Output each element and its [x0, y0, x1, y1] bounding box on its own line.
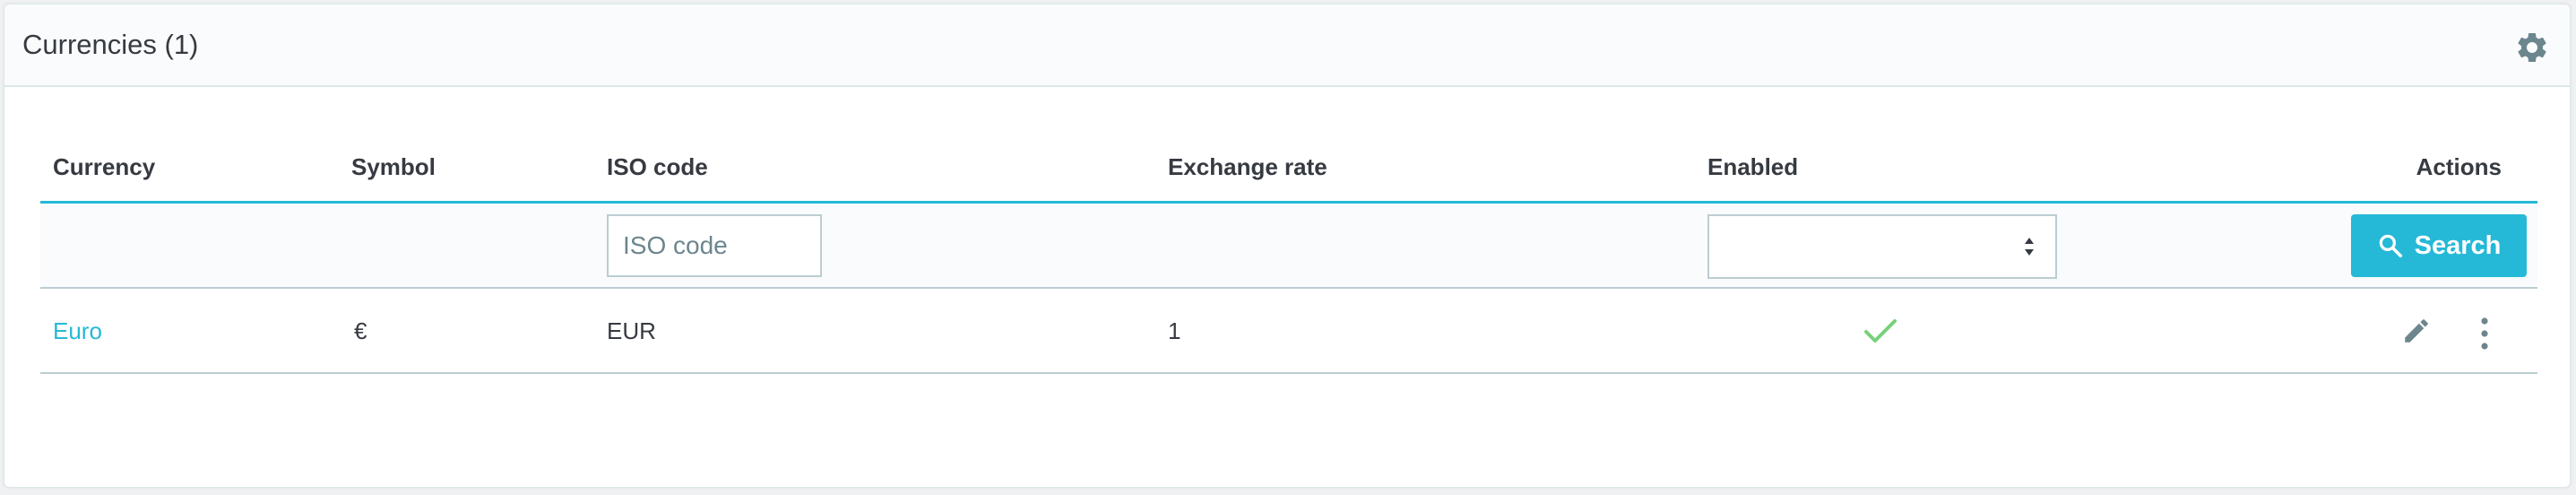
column-header-currency[interactable]: Currency	[53, 152, 155, 182]
filter-row: Search	[40, 204, 2537, 289]
more-vertical-icon[interactable]	[2478, 316, 2491, 352]
panel-header: Currencies (1)	[4, 4, 2570, 87]
search-button[interactable]: Search	[2351, 214, 2527, 277]
table-row: Euro € EUR 1	[40, 289, 2537, 374]
sort-arrows-icon	[2025, 238, 2034, 256]
currencies-table: Currency Symbol ISO code Exchange rate E…	[40, 139, 2537, 374]
currencies-panel: Currencies (1) Currency Symbol ISO code …	[4, 4, 2571, 488]
enabled-check-icon[interactable]	[1863, 317, 1897, 344]
panel-title: Currencies (1)	[22, 29, 199, 60]
currency-symbol: €	[354, 317, 367, 344]
column-header-enabled[interactable]: Enabled	[1707, 152, 1798, 182]
currency-iso-code: EUR	[607, 317, 656, 344]
column-header-exchange-rate[interactable]: Exchange rate	[1168, 152, 1327, 182]
iso-code-filter-input[interactable]	[607, 214, 822, 277]
currency-name-link[interactable]: Euro	[53, 316, 102, 346]
column-header-actions: Actions	[2416, 153, 2502, 180]
column-header-symbol[interactable]: Symbol	[351, 152, 436, 182]
edit-pencil-icon[interactable]	[2401, 316, 2432, 346]
search-icon	[2379, 234, 2402, 257]
gear-icon	[2518, 32, 2546, 62]
currency-exchange-rate: 1	[1168, 317, 1181, 344]
search-button-label: Search	[2414, 230, 2502, 260]
settings-button[interactable]	[2514, 30, 2550, 65]
column-header-iso-code[interactable]: ISO code	[607, 152, 708, 182]
table-header-row: Currency Symbol ISO code Exchange rate E…	[40, 139, 2537, 204]
enabled-filter-select[interactable]	[1707, 214, 2057, 279]
